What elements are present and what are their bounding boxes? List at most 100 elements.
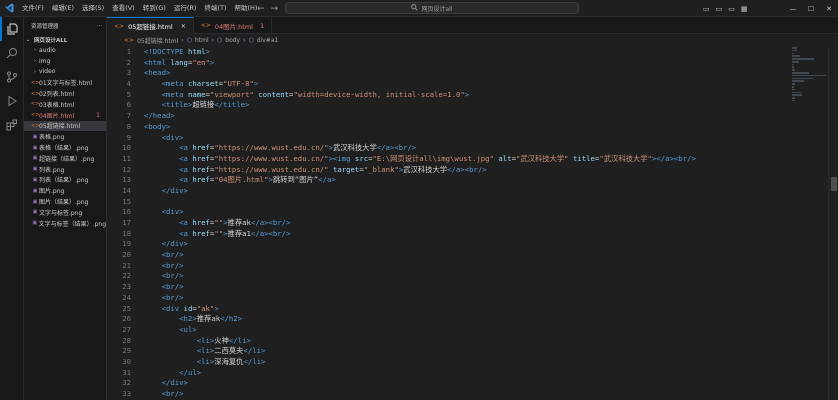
code-line: 20 <br/>	[107, 250, 838, 261]
run-debug-icon[interactable]	[0, 89, 24, 113]
editor-area: <> 05超链接.html ✕ <> 04图片.html 1 <> 05超链接.…	[107, 17, 838, 400]
vertical-scrollbar[interactable]	[828, 47, 838, 400]
code-text: </head>	[144, 111, 175, 121]
menu-view[interactable]: 查看(V)	[108, 0, 139, 17]
code-text: </div>	[161, 378, 188, 388]
tree-file[interactable]: ▣ 超链接（结果）.png	[24, 153, 106, 164]
code-line: 9 <div>	[107, 133, 838, 144]
image-file-icon: ▣	[32, 176, 38, 183]
explorer-icon[interactable]	[0, 17, 24, 41]
workspace-folder[interactable]: ⌄ 网页设计ALL	[24, 34, 106, 45]
close-icon[interactable]: ✕	[181, 23, 186, 30]
tree-file[interactable]: ▣ 列表.png	[24, 164, 106, 175]
chevron-right-icon: ›	[211, 37, 215, 44]
tree-file[interactable]: <> 01文字与标签.html	[24, 77, 106, 88]
code-line: 16 <div>	[107, 207, 838, 218]
code-line: 19 </div>	[107, 239, 838, 250]
code-text: <h2>推荐ak</h2>	[179, 314, 243, 324]
tree-file[interactable]: <> 04图片.html 1	[24, 110, 106, 121]
source-control-icon[interactable]	[0, 65, 24, 89]
code-line: 14 </div>	[107, 186, 838, 197]
tree-file[interactable]: ▣ 表格.png	[24, 131, 106, 142]
image-file-icon: ▣	[32, 209, 38, 216]
toggle-secondary-sidebar-icon[interactable]: ▭	[728, 5, 735, 13]
code-line: 24 <br/>	[107, 293, 838, 304]
image-file-icon: ▣	[32, 220, 38, 227]
tree-folder[interactable]: › video	[24, 67, 106, 78]
tree-item-label: audio	[39, 46, 56, 54]
code-text: <div id="ak">	[161, 303, 219, 313]
minimize-icon[interactable]: —	[784, 5, 802, 13]
tree-item-label: 02列表.html	[39, 91, 75, 99]
minimap-line	[792, 66, 794, 69]
code-line: 21 <br/>	[107, 261, 838, 272]
minimap[interactable]	[792, 47, 826, 107]
tree-file[interactable]: <> 05超链接.html	[24, 120, 106, 132]
breadcrumb-item[interactable]: body	[225, 37, 240, 44]
chevron-right-icon: ›	[181, 37, 184, 44]
tree-file[interactable]: ▣ 表格（结果）.png	[24, 142, 106, 153]
breadcrumb-item[interactable]: 05超链接.html	[137, 36, 178, 45]
tree-file[interactable]: ▣ 列表（结果）.png	[24, 175, 106, 186]
code-line: 31 </ul>	[107, 368, 838, 379]
line-number: 32	[122, 378, 131, 388]
tree-file[interactable]: <> 02列表.html	[24, 88, 106, 99]
tab-05-hyperlink[interactable]: <> 05超链接.html ✕	[107, 17, 194, 34]
chevron-down-icon: ⌄	[26, 36, 31, 43]
code-text: <a href="">推荐a1</a><br/>	[179, 228, 291, 238]
tag-icon: ⬡	[217, 37, 223, 44]
code-text: <a href="">推荐ak</a><br/>	[179, 218, 291, 227]
forward-arrow-icon[interactable]: →	[271, 4, 279, 14]
breadcrumb-item[interactable]: html	[195, 37, 209, 44]
menu-edit[interactable]: 编辑(E)	[48, 0, 78, 17]
minimap-line	[792, 88, 795, 91]
search-icon[interactable]	[0, 41, 24, 65]
tree-file[interactable]: ▣ 文字与标签.png	[24, 207, 106, 218]
minimap-line	[792, 80, 804, 82]
tree-file[interactable]: ▣ 文字与标签（结果）.png	[24, 218, 106, 229]
chevron-right-icon: ›	[243, 37, 246, 44]
customize-layout-icon[interactable]: ▦	[741, 5, 748, 13]
menu-terminal[interactable]: 终端(T)	[200, 0, 230, 17]
tree-file[interactable]: <> 03表格.html	[24, 99, 106, 110]
tab-bar: <> 05超链接.html ✕ <> 04图片.html 1	[107, 17, 838, 34]
menu-selection[interactable]: 选择(S)	[78, 0, 108, 17]
menu-file[interactable]: 文件(F)	[18, 0, 48, 17]
workspace-folder-label: 网页设计ALL	[34, 37, 68, 44]
vscode-logo-icon	[0, 0, 18, 17]
breadcrumb-item[interactable]: div#a1	[257, 37, 279, 44]
layout-controls: ▭ ▭ ▭ ▦	[703, 0, 748, 17]
menu-go[interactable]: 转到(G)	[139, 0, 170, 17]
line-number: 22	[122, 271, 131, 281]
close-window-icon[interactable]: ✕	[820, 5, 838, 13]
code-text: <br/>	[161, 250, 184, 260]
image-file-icon: ▣	[32, 198, 38, 205]
code-text: <div>	[161, 132, 184, 142]
minimap-line	[792, 83, 795, 85]
tree-file[interactable]: ▣ 图片（结果）.png	[24, 196, 106, 207]
command-center[interactable]: 网页设计all	[285, 2, 579, 14]
maximize-icon[interactable]: ☐	[802, 5, 820, 13]
more-actions-icon[interactable]: ···	[97, 23, 102, 29]
code-text: <meta charset="UTF-8">	[161, 79, 259, 89]
minimap-line	[792, 74, 826, 77]
tree-folder[interactable]: › img	[24, 56, 106, 67]
tab-label: 04图片.html	[214, 22, 253, 31]
code-line: 5 <meta name="viewport" content="width=d…	[107, 90, 838, 101]
back-arrow-icon[interactable]: ←	[257, 4, 265, 14]
code-text: <a href="04图片.html">跳转到“图片”</a>	[179, 175, 336, 185]
extensions-icon[interactable]	[0, 113, 24, 137]
html-file-icon: <>	[200, 22, 211, 29]
tree-file[interactable]: ▣ 图片.png	[24, 185, 106, 196]
image-file-icon: ▣	[32, 144, 38, 151]
code-editor[interactable]: 1 <!DOCTYPE html> 2 <html lang="en"> 3 <head>…	[107, 47, 838, 400]
menu-run[interactable]: 运行(R)	[170, 0, 201, 17]
toggle-panel-icon[interactable]: ▭	[716, 5, 723, 13]
scrollbar-thumb[interactable]	[831, 177, 837, 191]
tree-folder[interactable]: › audio	[24, 45, 106, 56]
line-number: 12	[122, 164, 131, 174]
toggle-sidebar-icon[interactable]: ▭	[703, 5, 710, 13]
image-file-icon: ▣	[32, 187, 38, 194]
tree-item-label: 04图片.html	[39, 112, 75, 120]
tab-04-image[interactable]: <> 04图片.html 1	[194, 17, 273, 34]
